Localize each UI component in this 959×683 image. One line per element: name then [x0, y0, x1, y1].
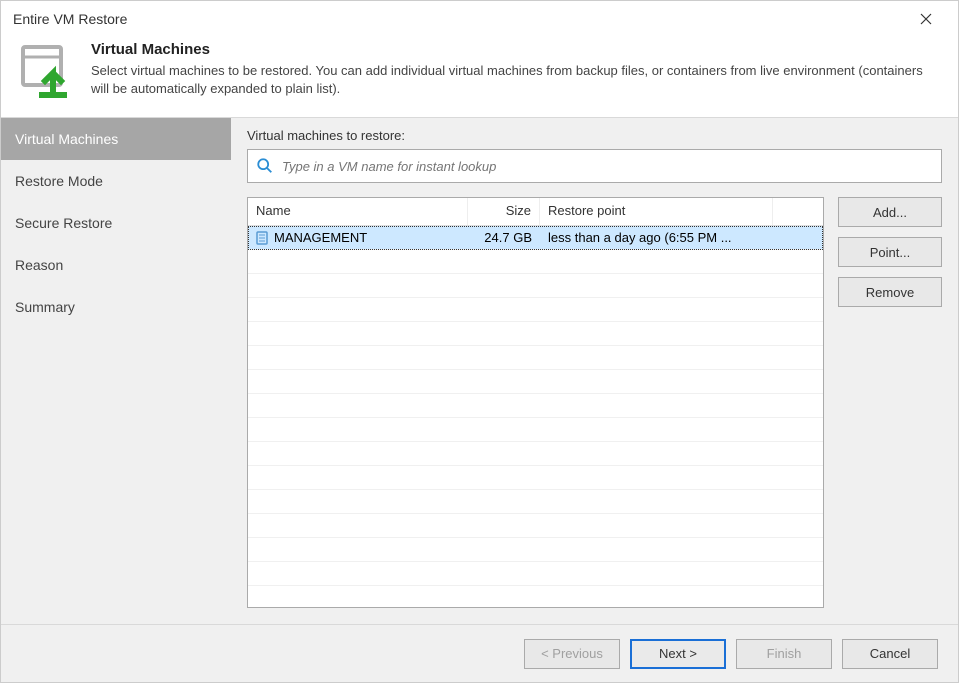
sidebar-item-reason[interactable]: Reason	[1, 244, 231, 286]
sidebar-item-virtual-machines[interactable]: Virtual Machines	[1, 118, 231, 160]
search-input[interactable]	[282, 159, 933, 174]
table-row-empty	[248, 562, 823, 586]
point-button[interactable]: Point...	[838, 237, 942, 267]
vm-table: Name Size Restore point MANAGEMENT 24.7 …	[247, 197, 824, 608]
table-row-empty	[248, 490, 823, 514]
table-row-empty	[248, 394, 823, 418]
table-row-empty	[248, 442, 823, 466]
column-header-name[interactable]: Name	[248, 198, 468, 225]
wizard-body: Virtual Machines Restore Mode Secure Res…	[1, 117, 958, 624]
table-row[interactable]: MANAGEMENT 24.7 GB less than a day ago (…	[248, 226, 823, 250]
remove-button[interactable]: Remove	[838, 277, 942, 307]
table-row-empty	[248, 250, 823, 274]
wizard-header-icon	[19, 43, 75, 99]
side-buttons: Add... Point... Remove	[838, 197, 942, 608]
table-row-empty	[248, 274, 823, 298]
titlebar: Entire VM Restore	[1, 1, 958, 37]
table-row-empty	[248, 514, 823, 538]
cell-size: 24.7 GB	[468, 230, 540, 245]
search-icon	[256, 157, 274, 175]
column-header-spacer	[773, 198, 823, 225]
sidebar-item-summary[interactable]: Summary	[1, 286, 231, 328]
table-row-empty	[248, 538, 823, 562]
vm-icon	[256, 231, 268, 245]
main-label: Virtual machines to restore:	[247, 128, 942, 143]
window-title: Entire VM Restore	[13, 11, 127, 27]
wizard-step-title: Virtual Machines	[91, 41, 940, 58]
close-icon	[920, 13, 932, 25]
sidebar-item-secure-restore[interactable]: Secure Restore	[1, 202, 231, 244]
wizard-steps-sidebar: Virtual Machines Restore Mode Secure Res…	[1, 118, 231, 624]
wizard-header: Virtual Machines Select virtual machines…	[1, 37, 958, 117]
sidebar-item-restore-mode[interactable]: Restore Mode	[1, 160, 231, 202]
column-header-restore-point[interactable]: Restore point	[540, 198, 773, 225]
table-body: MANAGEMENT 24.7 GB less than a day ago (…	[248, 226, 823, 607]
table-row-empty	[248, 298, 823, 322]
column-header-size[interactable]: Size	[468, 198, 540, 225]
close-button[interactable]	[906, 5, 946, 33]
add-button[interactable]: Add...	[838, 197, 942, 227]
cell-name: MANAGEMENT	[274, 230, 367, 245]
table-row-empty	[248, 322, 823, 346]
table-row-empty	[248, 466, 823, 490]
previous-button: < Previous	[524, 639, 620, 669]
cell-restore-point: less than a day ago (6:55 PM ...	[540, 230, 773, 245]
next-button[interactable]: Next >	[630, 639, 726, 669]
cancel-button[interactable]: Cancel	[842, 639, 938, 669]
table-row-empty	[248, 346, 823, 370]
table-header: Name Size Restore point	[248, 198, 823, 226]
main-panel: Virtual machines to restore: Name Size R…	[231, 118, 958, 624]
wizard-step-description: Select virtual machines to be restored. …	[91, 62, 940, 98]
table-row-empty	[248, 370, 823, 394]
table-row-empty	[248, 418, 823, 442]
finish-button: Finish	[736, 639, 832, 669]
wizard-footer: < Previous Next > Finish Cancel	[1, 624, 958, 682]
search-field-wrap[interactable]	[247, 149, 942, 183]
